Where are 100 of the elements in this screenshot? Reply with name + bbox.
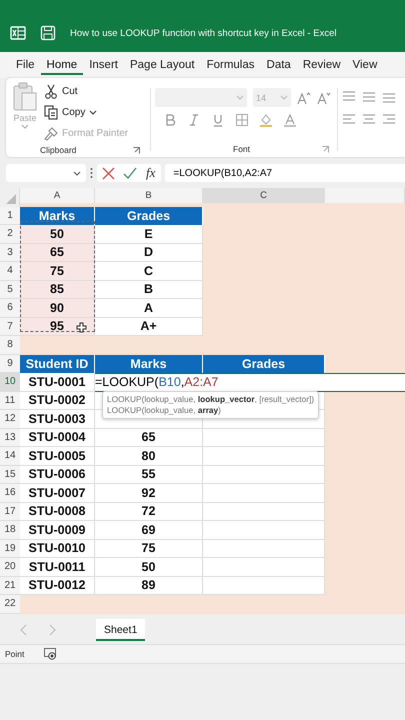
window-title: How to use LOOKUP function with shortcut key in Excel - Excel: [70, 28, 336, 38]
clipboard-icon: [12, 82, 38, 112]
group-label: Font: [233, 144, 250, 154]
row-header[interactable]: 15: [0, 466, 20, 484]
previous-icon[interactable]: [20, 624, 28, 636]
header-cell: Marks: [95, 354, 203, 373]
row-header[interactable]: 13: [0, 428, 20, 447]
column-header[interactable]: B: [95, 188, 203, 203]
spreadsheet-icon[interactable]: [10, 25, 26, 41]
cell-editor[interactable]: =LOOKUP(B10,A2:A7: [95, 373, 405, 392]
menu-tab[interactable]: Review: [296, 55, 347, 75]
table-cell: STU-0001: [20, 373, 95, 392]
header-cell: Grades: [95, 206, 203, 225]
caret-icon: [280, 95, 288, 100]
row-header[interactable]: 19: [0, 540, 20, 558]
check-icon[interactable]: [123, 166, 137, 180]
header-cell: Grades: [203, 354, 325, 373]
macro-record-icon[interactable]: [44, 648, 56, 660]
fill-bucket-icon[interactable]: [259, 113, 273, 127]
table-cell: 55: [95, 466, 203, 484]
table-cell: 89: [95, 576, 203, 595]
table-cell: STU-0010: [20, 540, 95, 558]
table-cell: 50: [20, 225, 95, 244]
table-cell: A+: [95, 318, 203, 336]
table-cell: 80: [95, 447, 203, 466]
row-header[interactable]: 6: [0, 299, 20, 318]
column-header[interactable]: A: [20, 188, 95, 203]
insert-function-button[interactable]: fx: [145, 165, 156, 181]
row-header[interactable]: 22: [0, 595, 20, 614]
next-icon[interactable]: [48, 624, 56, 636]
menu-tab[interactable]: Formulas: [200, 55, 261, 75]
table-cell: 65: [95, 428, 203, 447]
font-color-icon[interactable]: [283, 113, 297, 127]
row-header[interactable]: 2: [0, 225, 20, 244]
caret-icon: [89, 110, 98, 115]
table-cell: STU-0007: [20, 484, 95, 502]
table-cell: STU-0003: [20, 410, 95, 428]
row-header[interactable]: 14: [0, 447, 20, 466]
formula-field[interactable]: =LOOKUP(B10,A2:A7: [165, 164, 405, 182]
font-name-field[interactable]: [155, 88, 247, 107]
table-cell: STU-0011: [20, 558, 95, 576]
paste-label: Paste: [13, 113, 36, 123]
table-cell: A: [95, 299, 203, 318]
more-icon: [90, 167, 93, 179]
row-header[interactable]: 1: [0, 206, 20, 225]
row-header[interactable]: 16: [0, 484, 20, 502]
select-all-button[interactable]: [0, 188, 20, 206]
header-cell: Marks: [20, 206, 95, 225]
caret-icon: [236, 95, 244, 100]
caret-icon: [21, 124, 29, 129]
row-header[interactable]: 21: [0, 576, 20, 595]
table-cell: STU-0006: [20, 466, 95, 484]
row-header[interactable]: 12: [0, 410, 20, 428]
menu-tab[interactable]: Insert: [83, 55, 124, 75]
grow-font-icon[interactable]: [297, 90, 311, 104]
table-cell: 72: [95, 502, 203, 521]
table-cell: 50: [95, 558, 203, 576]
menu-tab[interactable]: Page Layout: [124, 55, 201, 75]
launcher-icon[interactable]: [322, 146, 329, 152]
group-label: Clipboard: [40, 145, 76, 155]
table-cell: 92: [95, 484, 203, 502]
underline-icon[interactable]: [211, 113, 225, 127]
row-header[interactable]: 4: [0, 262, 20, 280]
row-header[interactable]: 3: [0, 244, 20, 262]
table-cell: E: [95, 225, 203, 244]
table-cell: 65: [20, 244, 95, 262]
row-header[interactable]: 9: [0, 354, 20, 373]
row-header[interactable]: 7: [0, 318, 20, 336]
row-header[interactable]: 8: [0, 336, 20, 354]
header-cell: Student ID: [20, 354, 95, 373]
table-cell: STU-0005: [20, 447, 95, 466]
row-header[interactable]: 10: [0, 373, 20, 392]
row-header[interactable]: 11: [0, 392, 20, 410]
menu-tab[interactable]: Home: [40, 55, 84, 75]
table-cell: 90: [20, 299, 95, 318]
table-cell: STU-0002: [20, 392, 95, 410]
column-header[interactable]: C: [203, 188, 325, 203]
row-header[interactable]: 20: [0, 558, 20, 576]
borders-icon[interactable]: [235, 113, 249, 127]
shrink-font-icon[interactable]: [317, 90, 331, 104]
cut-button[interactable]: Cut: [44, 82, 128, 101]
launcher-icon[interactable]: [133, 146, 140, 154]
menu-tab[interactable]: Data: [260, 55, 297, 75]
copy-icon: [44, 105, 58, 120]
table-cell: STU-0012: [20, 576, 95, 595]
save-icon[interactable]: [40, 25, 56, 41]
italic-icon[interactable]: [187, 113, 201, 127]
tooltip-text: LOOKUP(lookup_value, lookup_vector, [result_vector]): [107, 394, 314, 405]
table-cell: C: [95, 262, 203, 280]
table-cell: 69: [95, 521, 203, 540]
table-cell: 85: [20, 280, 95, 299]
copy-button[interactable]: Copy: [44, 103, 128, 122]
sheet-tab[interactable]: Sheet1: [96, 618, 146, 640]
row-header[interactable]: 18: [0, 521, 20, 540]
cancel-icon[interactable]: [102, 166, 115, 180]
triangle-icon: [6, 194, 16, 204]
menu-tab[interactable]: View: [346, 55, 384, 75]
row-header[interactable]: 17: [0, 502, 20, 521]
row-header[interactable]: 5: [0, 280, 20, 299]
menu-tab[interactable]: File: [10, 55, 41, 75]
